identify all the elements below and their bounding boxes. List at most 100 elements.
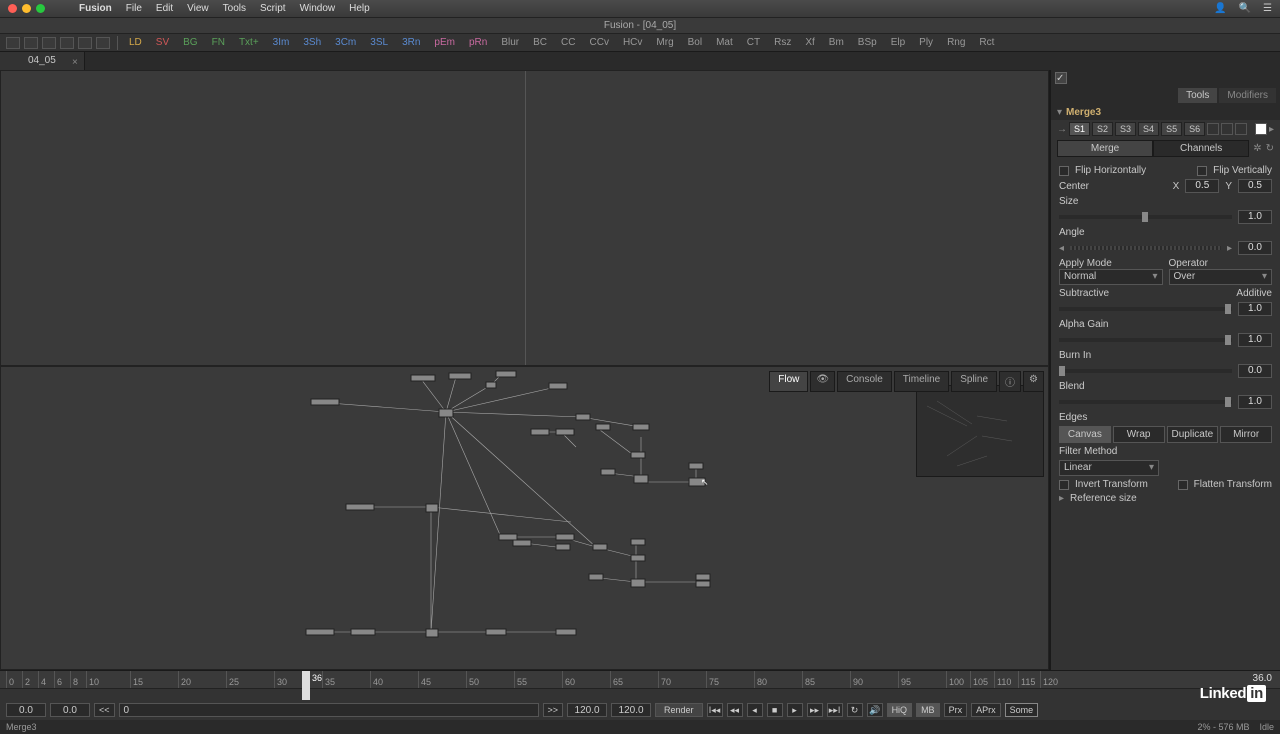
close-dot[interactable] [8, 4, 17, 13]
layout-btn-4[interactable] [60, 37, 74, 49]
center-x-field[interactable]: 0.5 [1185, 179, 1219, 193]
tool-bol[interactable]: Bol [684, 37, 706, 48]
layout-btn-1[interactable] [6, 37, 20, 49]
tool-elp[interactable]: Elp [887, 37, 909, 48]
flow-tab-info-icon[interactable]: ⓘ [999, 371, 1021, 392]
play-back-icon[interactable]: ◂ [747, 703, 763, 717]
flow-tab-gear-icon[interactable]: ⚙ [1023, 371, 1044, 392]
menu-app[interactable]: Fusion [79, 3, 112, 14]
play-icon[interactable]: ▸ [787, 703, 803, 717]
tool-xf[interactable]: Xf [801, 37, 818, 48]
edge-canvas[interactable]: Canvas [1059, 426, 1111, 443]
layout-btn-5[interactable] [78, 37, 92, 49]
tool-ply[interactable]: Ply [915, 37, 937, 48]
tool-rct[interactable]: Rct [975, 37, 998, 48]
tool-pem[interactable]: pEm [430, 37, 459, 48]
tool-bg[interactable]: BG [179, 37, 201, 48]
subtab-merge[interactable]: Merge [1057, 140, 1153, 157]
menu-help[interactable]: Help [349, 3, 370, 14]
slot-s2[interactable]: S2 [1092, 122, 1113, 136]
tool-bm[interactable]: Bm [825, 37, 848, 48]
angle-field[interactable]: 0.0 [1238, 241, 1272, 255]
flow-tab-timeline[interactable]: Timeline [894, 371, 949, 392]
tool-3cm[interactable]: 3Cm [331, 37, 360, 48]
stop-icon[interactable]: ■ [767, 703, 783, 717]
menu-icon[interactable]: ☰ [1263, 3, 1272, 14]
tool-rsz[interactable]: Rsz [770, 37, 795, 48]
flow-tab-eye-icon[interactable]: 👁 [810, 371, 835, 392]
flatten-xf-checkbox[interactable] [1178, 480, 1188, 490]
flow-tab-flow[interactable]: Flow [769, 371, 808, 392]
tool-3sh[interactable]: 3Sh [299, 37, 325, 48]
tool-mrg[interactable]: Mrg [652, 37, 677, 48]
menu-tools[interactable]: Tools [223, 3, 246, 14]
tool-fn[interactable]: FN [208, 37, 229, 48]
step-back-icon[interactable]: ◂◂ [727, 703, 743, 717]
flow-tab-spline[interactable]: Spline [951, 371, 997, 392]
layout-btn-3[interactable] [42, 37, 56, 49]
viewer-divider[interactable] [525, 71, 526, 365]
in-field[interactable]: 120.0 [567, 703, 607, 717]
burnin-field[interactable]: 0.0 [1238, 364, 1272, 378]
subadd-slider[interactable] [1059, 307, 1232, 311]
alpha-gain-slider[interactable] [1059, 338, 1232, 342]
playhead[interactable] [302, 671, 310, 700]
size-field[interactable]: 1.0 [1238, 210, 1272, 224]
flip-v-checkbox[interactable] [1197, 166, 1207, 176]
tool-cc[interactable]: CC [557, 37, 579, 48]
tool-ct[interactable]: CT [743, 37, 764, 48]
aprx-button[interactable]: APrx [971, 703, 1001, 717]
flow-tab-console[interactable]: Console [837, 371, 892, 392]
tool-3im[interactable]: 3Im [269, 37, 294, 48]
prx-button[interactable]: Prx [944, 703, 968, 717]
operator-dropdown[interactable]: Over [1169, 269, 1273, 285]
slot-circle-icon[interactable] [1207, 123, 1219, 135]
filter-dropdown[interactable]: Linear [1059, 460, 1159, 476]
range-start[interactable]: 0.0 [6, 703, 46, 717]
edge-mirror[interactable]: Mirror [1220, 426, 1272, 443]
inspector-toggle[interactable]: ✓ [1055, 72, 1067, 84]
tab-modifiers[interactable]: Modifiers [1219, 88, 1276, 103]
viewer-panel[interactable] [0, 70, 1049, 366]
apply-mode-dropdown[interactable]: Normal [1059, 269, 1163, 285]
alpha-gain-field[interactable]: 1.0 [1238, 333, 1272, 347]
zoom-dot[interactable] [36, 4, 45, 13]
edge-wrap[interactable]: Wrap [1113, 426, 1165, 443]
minimize-dot[interactable] [22, 4, 31, 13]
center-y-field[interactable]: 0.5 [1238, 179, 1272, 193]
timeline-ruler[interactable]: 0246810152025303540455055606570758085909… [0, 670, 1280, 700]
gear-icon[interactable]: ✲ [1253, 143, 1261, 154]
burnin-slider[interactable] [1059, 369, 1232, 373]
flow-navigator[interactable] [916, 385, 1044, 477]
tool-bc[interactable]: BC [529, 37, 551, 48]
tool-3sl[interactable]: 3SL [366, 37, 392, 48]
menu-view[interactable]: View [187, 3, 209, 14]
blend-slider[interactable] [1059, 400, 1232, 404]
subadd-field[interactable]: 1.0 [1238, 302, 1272, 316]
chevron-down-icon[interactable]: ▾ [1057, 107, 1062, 118]
tool-txt+[interactable]: Txt+ [235, 37, 263, 48]
mb-button[interactable]: MB [916, 703, 940, 717]
flow-panel[interactable]: Flow 👁 Console Timeline Spline ⓘ ⚙ [0, 366, 1049, 670]
doc-tab[interactable]: 04_05 × [0, 52, 85, 70]
tool-prn[interactable]: pRn [465, 37, 491, 48]
step-fwd-icon[interactable]: ▸▸ [807, 703, 823, 717]
size-slider[interactable] [1059, 215, 1232, 219]
node-header[interactable]: ▾ Merge3 [1051, 105, 1280, 120]
hiq-button[interactable]: HiQ [887, 703, 913, 717]
menu-script[interactable]: Script [260, 3, 286, 14]
blend-field[interactable]: 1.0 [1238, 395, 1272, 409]
render-button[interactable]: Render [655, 703, 703, 717]
subtab-channels[interactable]: Channels [1153, 140, 1249, 157]
color-swatch[interactable] [1255, 123, 1267, 135]
user-icon[interactable]: 👤 [1214, 3, 1226, 14]
angle-slider[interactable] [1070, 246, 1221, 250]
menu-file[interactable]: File [126, 3, 142, 14]
flip-h-checkbox[interactable] [1059, 166, 1069, 176]
menu-window[interactable]: Window [300, 3, 336, 14]
menu-edit[interactable]: Edit [156, 3, 173, 14]
loop-icon[interactable]: ↻ [847, 703, 863, 717]
ff-button[interactable]: >> [543, 703, 564, 717]
search-icon[interactable]: 🔍 [1239, 3, 1251, 14]
slot-trash-icon[interactable] [1235, 123, 1247, 135]
